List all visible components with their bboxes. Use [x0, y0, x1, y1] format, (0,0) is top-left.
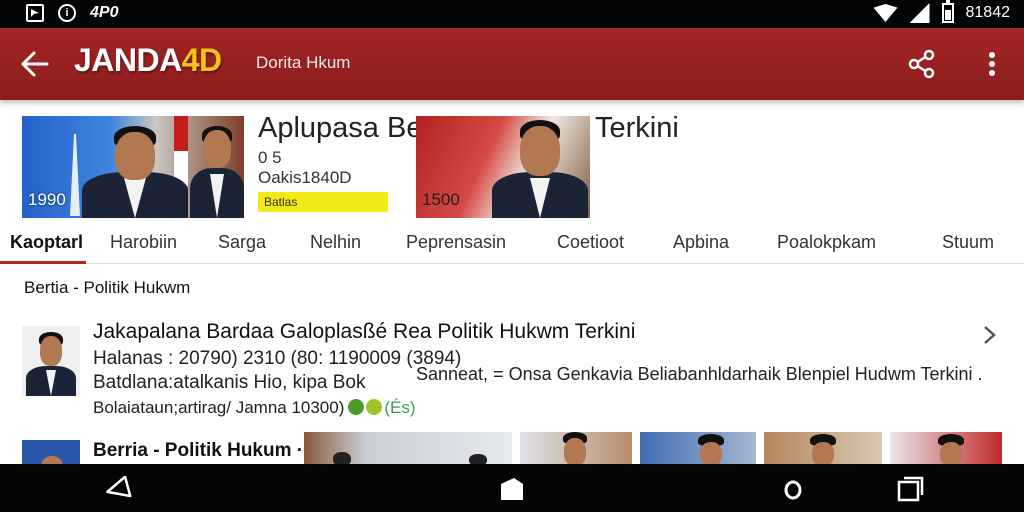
status-time: 81842 — [965, 4, 1011, 21]
section-title: Bertia - Politik Hukwm — [24, 278, 191, 297]
featured-meta: 0 5 — [258, 148, 282, 167]
more-options-button[interactable] — [978, 48, 1006, 80]
status-dot-icon — [348, 399, 365, 415]
logo-main: JANDA — [74, 42, 182, 78]
gallery-image[interactable] — [764, 432, 882, 464]
status-dot-icon — [366, 399, 383, 415]
share-icon — [908, 49, 935, 79]
wifi-icon — [873, 4, 898, 22]
nav-circle-button[interactable] — [780, 476, 808, 502]
person-figure — [82, 122, 188, 218]
battery-icon — [941, 0, 954, 23]
news-title: Jakapalana Bardaa Galoplasßé Rea Politik… — [93, 320, 636, 343]
thumbnail-number: 1990 — [28, 190, 66, 209]
tab-harobiin[interactable]: Harobiin — [110, 224, 177, 264]
nav-circle-icon — [784, 480, 802, 500]
featured-section: 1990 Aplupasa Berbolik 1500 Terkini 0 5 … — [0, 108, 1024, 224]
open-item-button[interactable] — [978, 324, 1000, 346]
nav-recents-icon — [897, 476, 924, 502]
featured-badge[interactable]: Batlas — [258, 192, 388, 212]
news-date: Bolaiataun;artirag/ Jamna 10300) (És) — [93, 398, 416, 418]
gallery-image[interactable] — [890, 432, 1002, 464]
tab-nelhin[interactable]: Nelhin — [310, 224, 361, 264]
thumbnail-number: 1500 — [422, 190, 460, 209]
news-tag: (És) — [384, 398, 416, 417]
nav-back-icon — [106, 475, 132, 498]
news-title: Berria - Politik Hukum · — [93, 440, 304, 461]
tab-stuum[interactable]: Stuum — [942, 224, 994, 264]
system-nav-bar — [0, 464, 1024, 512]
app-subtitle: Dorita Hkum — [256, 53, 351, 72]
news-item[interactable]: Jakapalana Bardaa Galoplasßé Rea Politik… — [0, 316, 1024, 426]
featured-source: Oakis1840D — [258, 168, 352, 187]
news-thumbnail — [22, 326, 80, 396]
nav-back-button[interactable] — [104, 475, 132, 502]
person-figure — [30, 450, 74, 464]
status-left-text: 4P0 — [90, 4, 119, 21]
gallery-image[interactable] — [304, 432, 512, 464]
chevron-right-icon — [984, 326, 996, 344]
news-thumbnail — [22, 440, 80, 464]
gallery-image[interactable] — [640, 432, 756, 464]
share-button[interactable] — [906, 48, 938, 80]
image-notification-icon — [26, 4, 44, 22]
tab-peprensasin[interactable]: Peprensasin — [406, 224, 506, 264]
active-tab-indicator — [0, 261, 86, 264]
nav-home-icon — [501, 478, 523, 500]
tab-apbina[interactable]: Apbina — [673, 224, 729, 264]
tower-graphic — [70, 134, 80, 216]
back-button[interactable] — [20, 50, 50, 78]
person-figure — [26, 330, 76, 396]
tab-kaoptarl[interactable]: Kaoptarl — [10, 224, 83, 264]
category-tabs: Kaoptarl Harobiin Sarga Nelhin Peprensas… — [0, 224, 1024, 264]
news-meta: Halanas : 20790) 2310 (80: 1190009 (3894… — [93, 348, 462, 369]
tab-poalokpkam[interactable]: Poalokpkam — [777, 224, 876, 264]
tab-coetioot[interactable]: Coetioot — [557, 224, 624, 264]
status-bar: i 4P0 81842 — [0, 0, 1024, 28]
news-date-text: Bolaiataun;artirag/ Jamna 10300) — [93, 398, 345, 417]
news-description: Batdlana:atalkanis Hio, kipa Bok — [93, 372, 366, 393]
news-snippet: Sanneat, = Onsa Genkavia Beliabanhldarha… — [416, 364, 983, 384]
nav-recents-button[interactable] — [896, 476, 924, 502]
person-figure — [492, 118, 588, 218]
logo-accent: 4D — [181, 42, 222, 78]
nav-home-button[interactable] — [498, 476, 526, 502]
person-figure — [190, 124, 244, 218]
signal-icon — [909, 3, 930, 23]
clock-notification-icon: i — [58, 4, 76, 22]
more-vert-icon — [989, 52, 995, 76]
app-bar: JANDA4D Dorita Hkum — [0, 28, 1024, 100]
gallery-image[interactable] — [520, 432, 632, 464]
news-item[interactable]: Berria - Politik Hukum · — [0, 432, 1024, 464]
featured-thumbnail-a[interactable]: 1990 — [22, 116, 244, 218]
arrow-back-icon — [21, 51, 49, 77]
featured-thumbnail-b[interactable]: 1500 — [416, 116, 590, 218]
featured-title-suffix[interactable]: Terkini — [595, 112, 679, 145]
app-logo: JANDA4D — [74, 42, 222, 79]
tab-sarga[interactable]: Sarga — [218, 224, 266, 264]
